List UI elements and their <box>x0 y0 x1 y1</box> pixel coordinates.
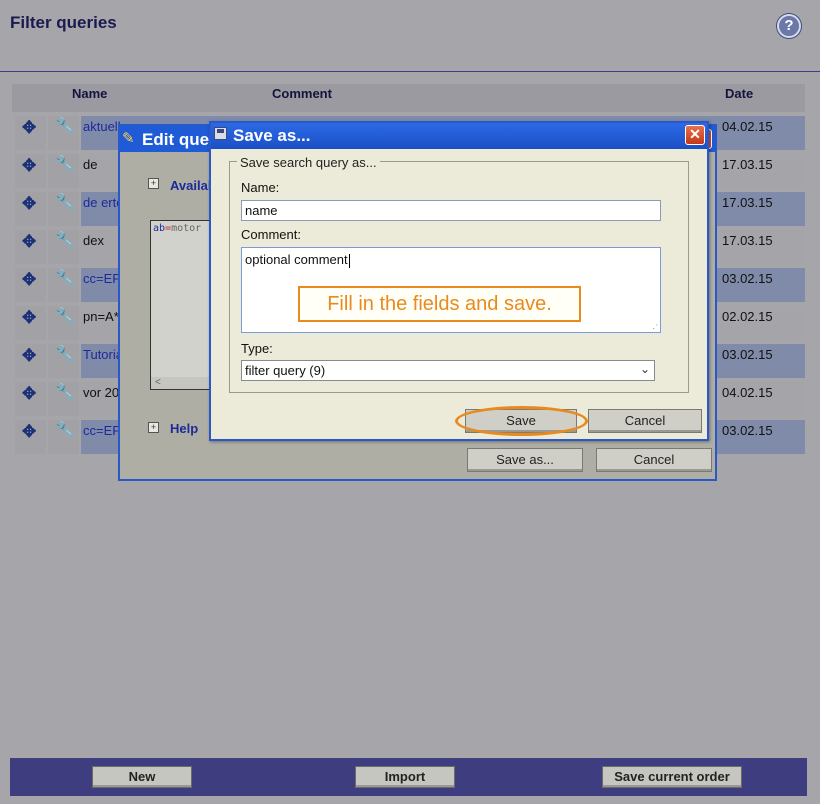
query-date: 04.02.15 <box>722 119 773 134</box>
highlight-ellipse <box>455 406 588 436</box>
move-icon[interactable]: ✥ <box>22 308 36 328</box>
wrench-icon[interactable]: 🔧 <box>55 306 75 326</box>
query-name[interactable]: cc=EP <box>83 271 123 286</box>
query-date: 17.03.15 <box>722 233 773 248</box>
save-current-order-button[interactable]: Save current order <box>602 766 742 788</box>
query-code-text: ab=motor <box>153 223 201 234</box>
move-icon[interactable]: ✥ <box>22 118 36 138</box>
wrench-icon[interactable]: 🔧 <box>55 192 75 212</box>
query-name[interactable]: pn=A* <box>83 309 123 324</box>
query-name[interactable]: de erteilt <box>83 195 123 210</box>
column-header-date[interactable]: Date <box>725 86 753 101</box>
query-name[interactable]: de <box>83 157 123 172</box>
expand-icon[interactable]: + <box>148 178 159 189</box>
new-button[interactable]: New <box>92 766 192 788</box>
code-field: ab <box>153 223 166 234</box>
page-title: Filter queries <box>10 13 117 32</box>
query-name[interactable]: aktuelle Datenlieferung <box>83 119 123 134</box>
import-button[interactable]: Import <box>355 766 455 788</box>
type-selected-value: filter query (9) <box>245 363 326 378</box>
name-input[interactable]: name <box>241 200 661 221</box>
move-icon[interactable]: ✥ <box>22 422 36 442</box>
cancel-button[interactable]: Cancel <box>588 409 702 433</box>
query-name[interactable]: cc=EP <box>83 423 123 438</box>
query-date: 02.02.15 <box>722 309 773 324</box>
query-name[interactable]: Tutorial <box>83 347 123 362</box>
move-icon[interactable]: ✥ <box>22 384 36 404</box>
type-label: Type: <box>241 341 273 356</box>
footer-toolbar: New Import Save current order <box>10 758 807 796</box>
table-header: Name Comment Date <box>12 84 805 112</box>
page-header: Filter queries ? <box>0 0 820 72</box>
move-icon[interactable]: ✥ <box>22 156 36 176</box>
move-icon[interactable]: ✥ <box>22 346 36 366</box>
query-date: 03.02.15 <box>722 347 773 362</box>
column-header-name[interactable]: Name <box>72 86 107 101</box>
query-date: 04.02.15 <box>722 385 773 400</box>
query-date: 17.03.15 <box>722 195 773 210</box>
code-value: motor <box>171 223 202 234</box>
wrench-icon[interactable]: 🔧 <box>55 344 75 364</box>
text-caret <box>348 253 350 268</box>
fieldset-legend: Save search query as... <box>237 155 380 170</box>
comment-label: Comment: <box>241 227 301 242</box>
wrench-icon[interactable]: 🔧 <box>55 154 75 174</box>
save-as-button[interactable]: Save as... <box>467 448 583 472</box>
column-header-comment[interactable]: Comment <box>272 86 332 101</box>
query-date: 17.03.15 <box>722 157 773 172</box>
save-as-dialog: Save as... ✕ Save search query as... Nam… <box>209 121 709 441</box>
comment-text: optional comment <box>245 252 348 267</box>
wrench-icon[interactable]: 🔧 <box>55 420 75 440</box>
wrench-icon[interactable]: 🔧 <box>55 382 75 402</box>
type-select[interactable]: filter query (9) ⌄ <box>241 360 655 381</box>
query-date: 03.02.15 <box>722 271 773 286</box>
query-name[interactable]: dex <box>83 233 123 248</box>
horizontal-scrollbar[interactable]: < <box>151 377 211 389</box>
move-icon[interactable]: ✥ <box>22 194 36 214</box>
wrench-icon[interactable]: 🔧 <box>55 230 75 250</box>
save-dialog-titlebar[interactable]: Save as... ✕ <box>211 123 707 149</box>
pencil-icon: ✎ <box>122 130 135 147</box>
query-name[interactable]: vor 2015 <box>83 385 123 400</box>
query-code-editor[interactable]: ab=motor < <box>150 220 212 390</box>
query-date: 03.02.15 <box>722 423 773 438</box>
move-icon[interactable]: ✥ <box>22 232 36 252</box>
floppy-disk-icon <box>214 127 227 140</box>
close-icon[interactable]: ✕ <box>685 125 705 145</box>
name-label: Name: <box>241 180 280 195</box>
edit-cancel-button[interactable]: Cancel <box>596 448 712 472</box>
wrench-icon[interactable]: 🔧 <box>55 116 75 136</box>
chevron-down-icon[interactable]: ⌄ <box>640 362 650 376</box>
help-icon[interactable]: ? <box>777 14 801 38</box>
wrench-icon[interactable]: 🔧 <box>55 268 75 288</box>
header-divider <box>0 71 820 72</box>
help-section-label[interactable]: Help <box>170 421 198 436</box>
resize-grip-icon[interactable]: ⋰ <box>652 320 662 331</box>
move-icon[interactable]: ✥ <box>22 270 36 290</box>
expand-icon[interactable]: + <box>148 422 159 433</box>
tutorial-annotation: Fill in the fields and save. <box>298 286 581 322</box>
save-dialog-title: Save as... <box>233 126 311 145</box>
